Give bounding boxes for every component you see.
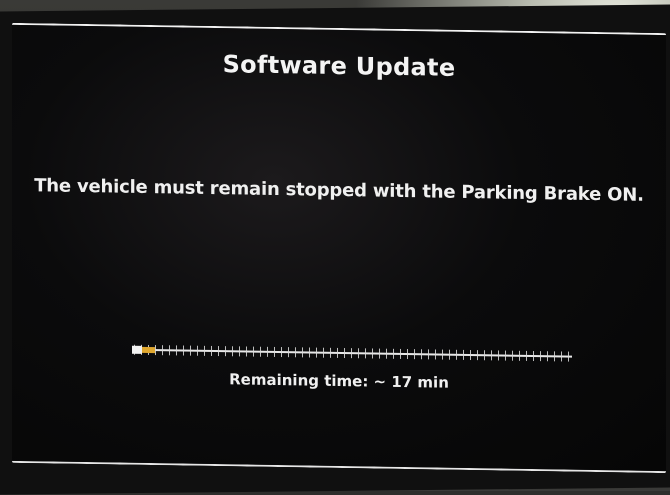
- update-progress-bar: [132, 344, 572, 362]
- page-title: Software Update: [222, 50, 456, 82]
- progress-fill: [142, 346, 155, 354]
- infotainment-screen: Software Update The vehicle must remain …: [12, 22, 666, 474]
- progress-ticks: [134, 344, 572, 362]
- remaining-time-label: Remaining time: ~ 17 min: [229, 370, 449, 392]
- progress-start-cap: [132, 345, 142, 354]
- warning-message: The vehicle must remain stopped with the…: [34, 175, 644, 206]
